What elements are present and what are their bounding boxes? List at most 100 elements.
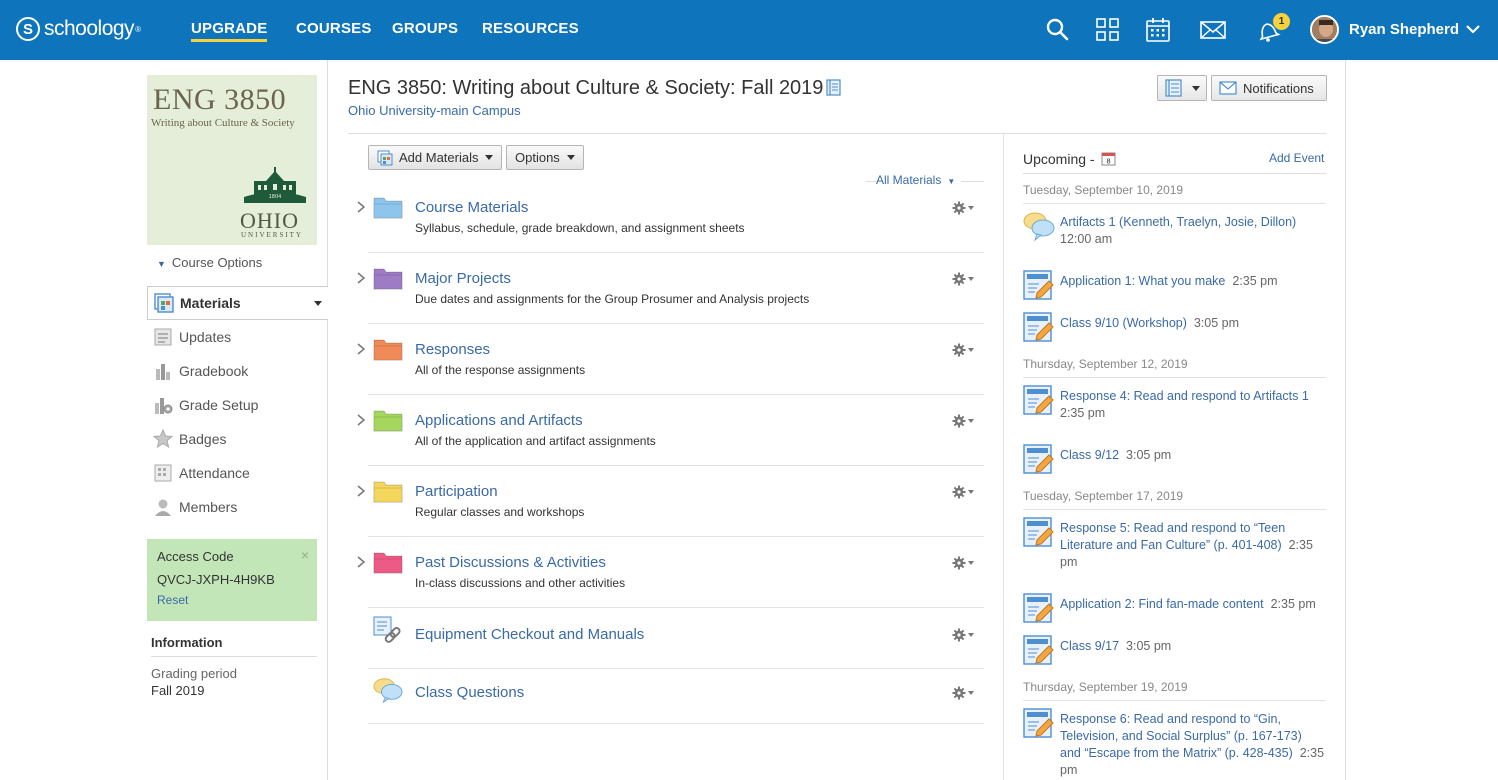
chevron-right-icon[interactable] — [356, 413, 366, 427]
sidebar-item-badges[interactable]: Badges — [147, 422, 327, 456]
mail-icon[interactable] — [1200, 17, 1226, 43]
calendar-icon[interactable] — [1145, 17, 1171, 43]
nav-upgrade[interactable]: UPGRADE — [191, 20, 268, 42]
access-code-reset-link[interactable]: Reset — [157, 593, 307, 607]
material-row[interactable]: Equipment Checkout and Manuals — [356, 616, 984, 672]
updates-icon — [154, 328, 172, 346]
nav-courses[interactable]: COURSES — [296, 20, 372, 37]
sidebar-item-label: Gradebook — [179, 363, 249, 379]
sidebar-item-gradebook[interactable]: Gradebook — [147, 354, 327, 388]
material-title-link[interactable]: Course Materials — [415, 199, 528, 216]
chevron-right-icon[interactable] — [356, 555, 366, 569]
chevron-right-icon[interactable] — [356, 484, 366, 498]
material-row[interactable]: Major Projects Due dates and assignments … — [356, 266, 984, 316]
nav-groups[interactable]: GROUPS — [392, 20, 458, 37]
chevron-right-icon[interactable] — [356, 200, 366, 214]
sidebar-item-updates[interactable]: Updates — [147, 320, 327, 354]
add-materials-button[interactable]: Add Materials — [368, 145, 503, 170]
caret-down-icon — [485, 155, 494, 160]
sidebar-item-members[interactable]: Members — [147, 490, 327, 524]
material-title-link[interactable]: Past Discussions & Activities — [415, 554, 606, 571]
triangle-down-icon: ▼ — [947, 177, 956, 186]
material-description: All of the application and artifact assi… — [415, 434, 656, 448]
course-view-dropdown-button[interactable] — [1157, 75, 1207, 101]
material-description: Due dates and assignments for the Group … — [415, 292, 810, 306]
material-description: Regular classes and workshops — [415, 505, 585, 519]
upcoming-event-item[interactable]: Artifacts 1 (Kenneth, Traelyn, Josie, Di… — [1023, 210, 1326, 250]
material-title-link[interactable]: Responses — [415, 341, 490, 358]
upcoming-event-item[interactable]: Application 2: Find fan-made content 2:3… — [1023, 592, 1326, 632]
attendance-icon — [154, 464, 172, 482]
upcoming-event-title[interactable]: Class 9/17 — [1060, 639, 1119, 653]
discussion-icon — [373, 678, 403, 704]
upcoming-event-item[interactable]: Class 9/17 3:05 pm — [1023, 634, 1326, 674]
sidebar-item-materials[interactable]: Materials — [147, 286, 328, 320]
gear-icon[interactable] — [952, 556, 976, 570]
upcoming-event-title[interactable]: Application 2: Find fan-made content — [1060, 597, 1264, 611]
caret-down-icon[interactable] — [314, 301, 322, 306]
upcoming-event-title[interactable]: Response 6: Read and respond to “Gin, Te… — [1060, 712, 1302, 760]
chevron-down-icon[interactable] — [1465, 22, 1481, 36]
chevron-right-icon[interactable] — [356, 342, 366, 356]
material-row[interactable]: Applications and Artifacts All of the app… — [356, 408, 984, 458]
notifications-button[interactable]: Notifications — [1211, 75, 1327, 101]
upcoming-event-item[interactable]: Response 5: Read and respond to “Teen Li… — [1023, 516, 1326, 569]
upcoming-event-title[interactable]: Response 4: Read and respond to Artifact… — [1060, 389, 1309, 403]
upcoming-event-title[interactable]: Response 5: Read and respond to “Teen Li… — [1060, 521, 1285, 552]
gear-icon[interactable] — [952, 414, 976, 428]
upcoming-event-item[interactable]: Class 9/10 (Workshop) 3:05 pm — [1023, 311, 1326, 351]
upcoming-event-item[interactable]: Response 4: Read and respond to Artifact… — [1023, 384, 1326, 424]
notebook-icon — [1165, 79, 1182, 97]
material-row[interactable]: Course Materials Syllabus, schedule, grad… — [356, 195, 984, 245]
upcoming-event-item[interactable]: Class 9/12 3:05 pm — [1023, 443, 1326, 483]
sidebar-item-label: Members — [179, 499, 238, 515]
user-avatar[interactable] — [1310, 15, 1339, 44]
upcoming-event-title[interactable]: Class 9/12 — [1060, 448, 1119, 462]
material-row[interactable]: Responses All of the response assignments — [356, 337, 984, 387]
course-profile-image: ENG 3850 Writing about Culture & Society… — [147, 75, 317, 245]
course-options-dropdown[interactable]: ▼ Course Options — [157, 255, 262, 270]
options-button[interactable]: Options — [506, 145, 584, 170]
material-title-link[interactable]: Class Questions — [415, 684, 524, 701]
upcoming-event-title[interactable]: Class 9/10 (Workshop) — [1060, 316, 1187, 330]
row-divider — [368, 536, 984, 537]
calendar-icon[interactable]: 8 — [1101, 151, 1116, 166]
gear-icon[interactable] — [952, 686, 976, 700]
search-icon[interactable] — [1045, 17, 1071, 43]
sidebar-item-attendance[interactable]: Attendance — [147, 456, 327, 490]
gear-icon[interactable] — [952, 628, 976, 642]
gear-icon[interactable] — [952, 343, 976, 357]
upcoming-date-header: Tuesday, September 17, 2019 — [1023, 489, 1326, 510]
material-description: Syllabus, schedule, grade breakdown, and… — [415, 221, 745, 235]
schoology-logo[interactable]: S schoology ® — [16, 14, 141, 44]
gear-icon[interactable] — [952, 201, 976, 215]
material-title-link[interactable]: Equipment Checkout and Manuals — [415, 626, 644, 643]
material-row[interactable]: Participation Regular classes and worksho… — [356, 479, 984, 529]
all-materials-filter[interactable]: All Materials ▼ — [876, 173, 962, 187]
all-materials-label: All Materials — [876, 173, 942, 187]
user-name[interactable]: Ryan Shepherd — [1349, 21, 1459, 38]
chevron-right-icon[interactable] — [356, 271, 366, 285]
folder-icon — [373, 197, 403, 219]
gear-icon[interactable] — [952, 485, 976, 499]
add-event-link[interactable]: Add Event — [1269, 151, 1324, 165]
discussion-icon — [1023, 212, 1055, 242]
grade-setup-icon — [155, 398, 173, 414]
upcoming-event-item[interactable]: Application 1: What you make 2:35 pm — [1023, 269, 1326, 309]
information-heading: Information — [151, 635, 317, 657]
close-icon[interactable]: × — [301, 547, 309, 563]
material-row[interactable]: Past Discussions & Activities In-class di… — [356, 550, 984, 600]
course-book-icon[interactable] — [826, 79, 842, 96]
sidebar-item-label: Materials — [180, 295, 241, 311]
nav-resources[interactable]: RESOURCES — [482, 20, 579, 37]
course-campus-link[interactable]: Ohio University-main Campus — [348, 103, 521, 118]
material-title-link[interactable]: Major Projects — [415, 270, 511, 287]
upcoming-event-title[interactable]: Application 1: What you make — [1060, 274, 1225, 288]
material-title-link[interactable]: Participation — [415, 483, 498, 500]
upcoming-event-title[interactable]: Artifacts 1 (Kenneth, Traelyn, Josie, Di… — [1060, 215, 1296, 229]
apps-grid-icon[interactable] — [1095, 17, 1121, 43]
upcoming-event-item[interactable]: Response 6: Read and respond to “Gin, Te… — [1023, 707, 1326, 777]
sidebar-item-grade-setup[interactable]: Grade Setup — [147, 388, 327, 422]
gear-icon[interactable] — [952, 272, 976, 286]
material-title-link[interactable]: Applications and Artifacts — [415, 412, 583, 429]
